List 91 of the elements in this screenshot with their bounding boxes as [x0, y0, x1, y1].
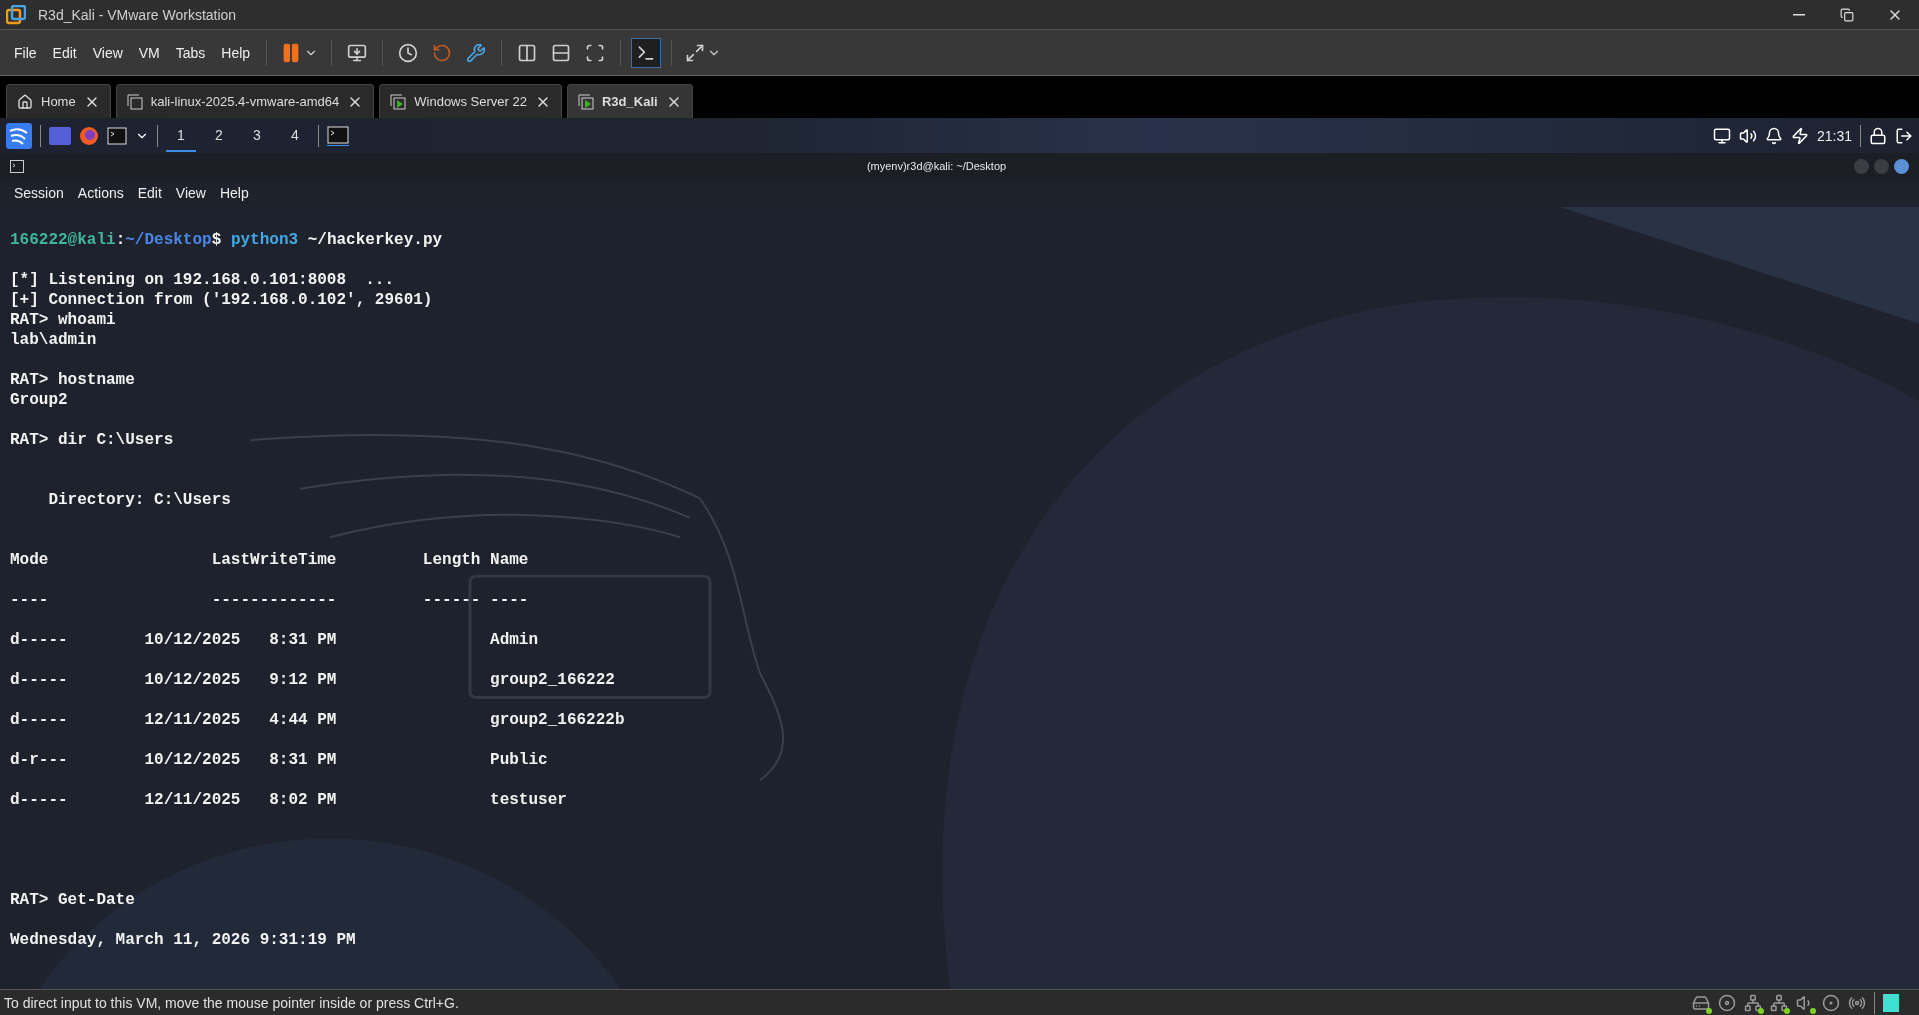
undo-icon: [432, 42, 453, 63]
terminal-line: [+] Connection from ('192.168.0.102', 29601): [10, 291, 433, 309]
workspace-button[interactable]: 2: [204, 119, 234, 152]
column-rule: ------: [422, 591, 481, 611]
table-cell-text: d-----: [10, 711, 69, 731]
close-button[interactable]: [1894, 158, 1909, 174]
tab[interactable]: Home: [6, 84, 111, 118]
menu-item[interactable]: VM: [132, 40, 166, 65]
clock[interactable]: 21:31: [1816, 127, 1852, 144]
terminal-line: RAT> whoami: [10, 311, 116, 329]
menu-item[interactable]: Actions: [71, 183, 130, 203]
terminal-task-icon[interactable]: [327, 125, 349, 146]
workspace-button[interactable]: 4: [280, 119, 310, 152]
terminal-title: (myenv)r3d@kali: ~/Desktop: [865, 160, 1008, 172]
column-header: Length: [422, 551, 481, 571]
column-rule: -------------: [210, 591, 337, 611]
expand-icon: [685, 42, 706, 63]
table-cell: 10/12/2025 8:31 PM: [144, 751, 337, 771]
restore-icon: [1840, 7, 1854, 22]
network-icon[interactable]: [1744, 993, 1762, 1012]
bell-icon[interactable]: [1764, 126, 1783, 145]
column-header: Mode: [10, 551, 50, 571]
home-icon: [17, 93, 33, 110]
target-icon[interactable]: [1822, 993, 1840, 1012]
terminal-line: RAT> hostname: [10, 371, 135, 389]
table-cell-text: d-r---: [10, 751, 69, 771]
app-logo-icon: [6, 4, 26, 25]
column-header: Name: [490, 551, 530, 571]
table-cell: 10/12/2025 8:31 PM: [144, 631, 337, 651]
wrench-icon: [466, 42, 487, 63]
window-icon: [126, 93, 143, 110]
terminal-line: lab\admin: [10, 331, 97, 349]
rows-icon: [551, 42, 572, 63]
column-rule: ----: [490, 591, 530, 611]
terminal-icon[interactable]: [107, 126, 127, 145]
menu-item[interactable]: File: [8, 40, 43, 65]
desktop-icon[interactable]: [49, 126, 71, 145]
columns-icon: [517, 42, 538, 63]
terminal-line: RAT> Get-Date: [10, 891, 135, 909]
terminal-line: RAT> dir C:\Users: [10, 431, 174, 449]
table-cell-text: group2_166222b: [490, 711, 626, 731]
menu-item[interactable]: Edit: [46, 40, 83, 65]
command-argument: ~/hackerkey.py: [307, 231, 443, 249]
prompt-user: 166222@kali: [10, 231, 116, 249]
workspace-button[interactable]: 3: [242, 119, 272, 152]
menu-item[interactable]: Tabs: [169, 40, 212, 65]
tab[interactable]: kali-linux-2025.4-vmware-amd64: [115, 84, 375, 118]
terminal-line: Wednesday, March 11, 2026 9:31:19 PM: [10, 931, 356, 949]
menu-item[interactable]: View: [86, 40, 129, 65]
tab[interactable]: Windows Server 22: [379, 84, 562, 118]
tab[interactable]: R3d_Kali: [567, 84, 693, 118]
minimize-icon: [1793, 13, 1805, 16]
prompt-path: ~/Desktop: [125, 231, 212, 249]
status-message: To direct input to this VM, move the mouse pointer inside or press Ctrl+G.: [4, 994, 459, 1011]
logout-icon[interactable]: [1895, 126, 1913, 145]
table-cell-text: Admin: [490, 631, 540, 651]
command: python3: [230, 231, 299, 249]
menu-item[interactable]: Edit: [131, 183, 168, 203]
table-cell-text: group2_166222: [490, 671, 616, 691]
prompt-symbol: $: [211, 231, 222, 249]
table-cell-text: d-----: [10, 631, 69, 651]
table-cell-text: d-----: [10, 791, 69, 811]
network-icon[interactable]: [1770, 993, 1788, 1012]
prompt-separator: :: [115, 231, 126, 249]
table-cell: 10/12/2025 9:12 PM: [144, 671, 337, 691]
table-cell: 12/11/2025 8:02 PM: [144, 791, 337, 811]
disc-icon[interactable]: [1718, 993, 1736, 1012]
table-cell-text: Public: [490, 751, 549, 771]
table-cell-text: testuser: [490, 791, 568, 811]
menu-item[interactable]: Help: [215, 40, 257, 65]
column-rule: ----: [10, 591, 50, 611]
table-cell: 12/11/2025 4:44 PM: [144, 711, 337, 731]
terminal-line: Directory: C:\Users: [47, 491, 231, 509]
display-icon[interactable]: [1712, 126, 1731, 145]
clock-icon: [398, 42, 419, 63]
terminal-line: Group2: [10, 391, 68, 409]
monitor-icon: [347, 42, 368, 63]
console-view-button[interactable]: [631, 37, 662, 68]
terminal-line: [*] Listening on 192.168.0.101:8008 ...: [10, 271, 395, 289]
frame-icon: [585, 42, 606, 63]
play-window-icon: [390, 93, 407, 110]
table-cell-text: d-----: [10, 671, 69, 691]
lock-icon[interactable]: [1869, 126, 1887, 145]
menu-item[interactable]: Session: [8, 183, 70, 203]
menu-item[interactable]: Help: [213, 183, 255, 203]
terminal-icon: [10, 159, 24, 173]
window-title: R3d_Kali - VMware Workstation: [38, 6, 237, 23]
volume-icon[interactable]: [1738, 126, 1757, 145]
column-header: LastWriteTime: [210, 551, 337, 571]
play-window-icon: [578, 93, 594, 110]
menu-item[interactable]: View: [169, 183, 212, 203]
